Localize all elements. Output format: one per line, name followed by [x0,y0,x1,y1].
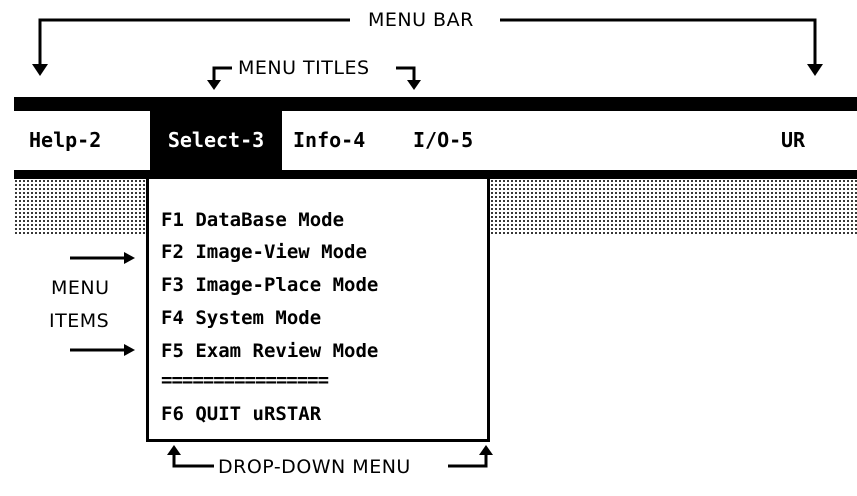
menu-title-select[interactable]: Select-3 [150,111,282,170]
menu-item-quit[interactable]: F6 QUIT uRSTAR [161,399,321,429]
menu-titles-arrow-left [212,66,232,82]
menu-titles-label: MENU TITLES [238,57,370,79]
menu-title-help[interactable]: Help-2 [26,111,104,170]
menu-title-info[interactable]: Info-4 [290,111,368,170]
menu-titles-arrowhead-right [407,80,421,90]
menu-titles-arrowhead-left [207,80,221,90]
menu-item-image-view-mode[interactable]: F2 Image-View Mode [161,237,367,267]
menu-bar-arrowhead-right [807,64,823,76]
menu-item-database-mode[interactable]: F1 DataBase Mode [161,205,344,235]
menu-bar-bracket-right [500,18,817,66]
drop-down-menu: F1 DataBase Mode F2 Image-View Mode F3 I… [146,176,490,442]
desktop-pattern-left [14,179,146,234]
drop-down-arrowhead-left [167,445,181,455]
menu-item-image-place-mode[interactable]: F3 Image-Place Mode [161,270,378,300]
menu-titles-arrow-right [396,66,416,82]
menu-bar-arrowhead-left [32,64,48,76]
drop-down-menu-label: DROP-DOWN MENU [218,456,411,478]
desktop-pattern-right [490,179,857,234]
menu-bar-label: MENU BAR [368,9,474,31]
menu-title-io[interactable]: I/O-5 [410,111,476,170]
menu-items-label-line1: MENU [51,277,110,299]
menu-bar: Help-2 Select-3 Info-4 I/O-5 UR [14,97,857,179]
menu-item-system-mode[interactable]: F4 System Mode [161,303,321,333]
menu-items-arrowhead-top [124,252,135,264]
menu-items-label-line2: ITEMS [49,310,110,332]
menu-separator: ================ [161,369,329,391]
drop-down-arrowhead-right [479,445,493,455]
menu-item-exam-review-mode[interactable]: F5 Exam Review Mode [161,336,378,366]
menu-items-arrowhead-bottom [124,344,135,356]
menu-bar-right-label: UR [781,128,806,152]
